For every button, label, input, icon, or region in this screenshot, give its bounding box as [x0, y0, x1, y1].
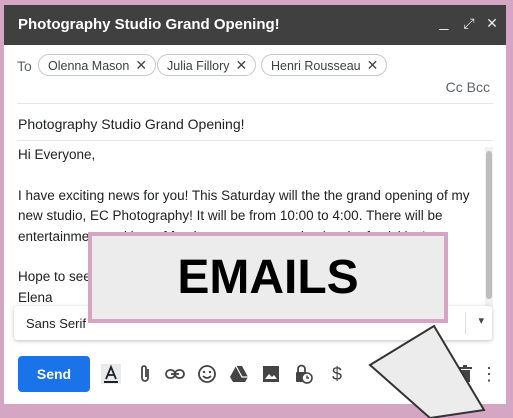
minimize-icon[interactable]: _	[434, 13, 454, 33]
recipient-chip[interactable]: Julia Fillory ✕	[157, 54, 257, 76]
emails-label-card: EMAILS	[88, 232, 448, 323]
divider	[17, 103, 493, 104]
cc-bcc-link[interactable]: Cc Bcc	[446, 79, 490, 95]
emails-label: EMAILS	[177, 251, 359, 304]
photo-icon[interactable]	[260, 363, 282, 385]
compose-titlebar[interactable]: Photography Studio Grand Opening! _ ⤢ ✕	[4, 5, 506, 45]
scrollbar-thumb[interactable]	[486, 151, 492, 299]
to-row[interactable]: To Olenna Mason ✕ Julia Fillory ✕ Henri Ro…	[4, 49, 506, 81]
compose-title: Photography Studio Grand Opening!	[18, 16, 280, 33]
remove-recipient-icon[interactable]: ✕	[236, 57, 248, 73]
emoji-icon[interactable]	[196, 363, 218, 385]
recipient-name: Henri Rousseau	[271, 59, 361, 73]
recipient-chip[interactable]: Henri Rousseau ✕	[261, 54, 388, 76]
text-format-icon[interactable]	[100, 363, 122, 385]
send-button[interactable]: Send	[18, 356, 90, 392]
recipient-name: Olenna Mason	[48, 59, 130, 73]
recipient-chip[interactable]: Olenna Mason ✕	[38, 54, 157, 76]
greeting-line: Hi Everyone,	[18, 147, 96, 162]
attach-icon[interactable]	[134, 363, 156, 385]
font-select[interactable]: Sans Serif	[26, 316, 86, 331]
close-icon[interactable]: ✕	[482, 13, 502, 33]
paper-sheet-graphic	[368, 324, 486, 418]
recipient-name: Julia Fillory	[167, 59, 230, 73]
frame-border	[506, 0, 513, 404]
remove-recipient-icon[interactable]: ✕	[135, 57, 147, 73]
link-icon[interactable]	[164, 363, 186, 385]
remove-recipient-icon[interactable]: ✕	[367, 57, 379, 73]
drive-icon[interactable]	[228, 363, 250, 385]
confidential-icon[interactable]	[292, 363, 314, 385]
divider	[17, 140, 493, 141]
expand-icon[interactable]: ⤢	[459, 13, 479, 33]
to-label: To	[17, 58, 32, 74]
subject-field[interactable]: Photography Studio Grand Opening!	[18, 116, 245, 132]
money-icon[interactable]: $	[326, 363, 348, 385]
